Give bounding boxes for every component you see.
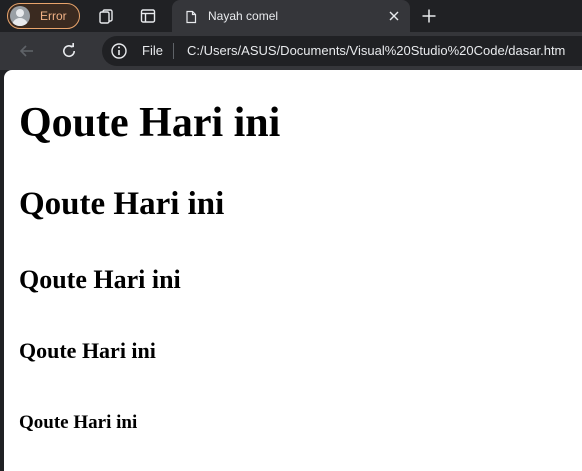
reload-icon [63,43,76,58]
profile-button[interactable]: Error [7,3,80,29]
omnibox-divider [173,43,174,59]
close-icon[interactable] [386,8,402,24]
reload-button[interactable] [58,40,80,62]
heading-3: Qoute Hari ini [19,265,181,294]
arrow-left-icon [19,45,33,57]
heading-2: Qoute Hari ini [19,186,225,222]
document-icon [184,9,198,24]
heading-5: Qoute Hari ini [19,412,138,433]
address-bar[interactable]: File C:/Users/ASUS/Documents/Visual%20St… [102,36,582,66]
info-icon [111,43,127,59]
heading-1: Qoute Hari ini [19,100,281,146]
tab-actions-icon[interactable] [138,6,158,26]
tab-strip: Error Nayah comel [0,0,582,32]
site-info-button[interactable] [110,41,128,61]
tab-title: Nayah comel [208,9,279,23]
avatar-icon [10,6,30,26]
new-tab-button[interactable] [418,5,440,27]
url-text[interactable]: C:/Users/ASUS/Documents/Visual%20Studio%… [187,43,565,59]
profile-status-label: Error [40,9,67,23]
page-content: Qoute Hari ini Qoute Hari ini Qoute Hari… [4,70,582,471]
back-button[interactable] [16,40,38,62]
browser-window: Error Nayah comel File C:/Users/ASUS/Doc… [0,0,582,471]
plus-icon [422,9,436,23]
site-info-label: File [142,43,163,58]
tab-active[interactable]: Nayah comel [172,0,410,32]
toolbar: File C:/Users/ASUS/Documents/Visual%20St… [0,32,582,70]
workspaces-icon[interactable] [96,6,116,26]
heading-4: Qoute Hari ini [19,338,156,363]
